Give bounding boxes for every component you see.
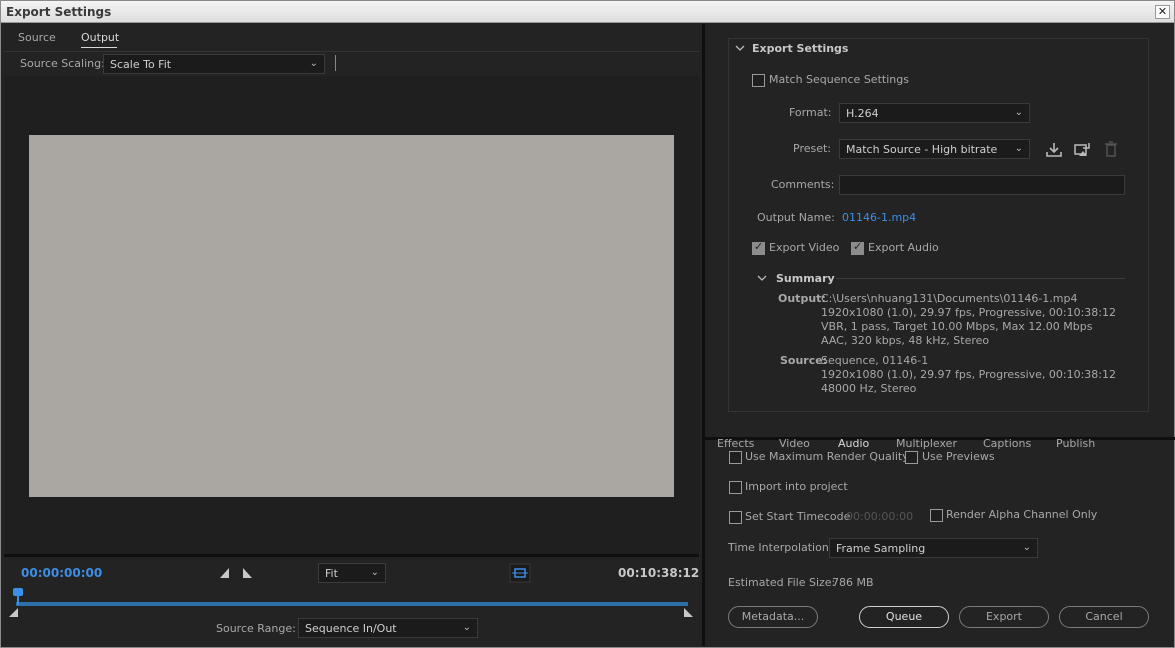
- tab-multiplexer[interactable]: Multiplexer: [896, 437, 957, 450]
- chevron-down-icon: ⌄: [1022, 542, 1031, 553]
- set-start-timecode-checkbox[interactable]: [729, 511, 742, 524]
- mark-in-icon[interactable]: [219, 567, 231, 579]
- format-value: H.264: [846, 107, 879, 120]
- playhead-icon[interactable]: [12, 587, 24, 605]
- source-scaling-value: Scale To Fit: [110, 58, 172, 71]
- out-point-handle-icon[interactable]: [684, 608, 694, 618]
- export-video-checkbox[interactable]: [752, 240, 765, 255]
- chevron-down-icon: ⌄: [1014, 143, 1023, 154]
- summary-output-label: Output:: [778, 292, 826, 305]
- use-max-render-label: Use Maximum Render Quality: [745, 450, 909, 463]
- use-previews-checkbox[interactable]: [905, 451, 918, 464]
- delete-preset-icon[interactable]: [1104, 141, 1118, 157]
- time-interpolation-label: Time Interpolation:: [728, 541, 833, 554]
- export-audio-checkbox[interactable]: [851, 240, 864, 255]
- summary-output-line: AAC, 320 kbps, 48 kHz, Stereo: [821, 334, 990, 347]
- tab-output[interactable]: Output: [81, 31, 119, 44]
- time-interpolation-value: Frame Sampling: [836, 542, 926, 555]
- export-button[interactable]: Export: [959, 606, 1049, 628]
- source-scaling-select[interactable]: Scale To Fit ⌄: [103, 54, 325, 74]
- estimated-file-size-value: 786 MB: [832, 576, 874, 589]
- queue-button[interactable]: Queue: [859, 606, 949, 628]
- export-settings-heading[interactable]: Export Settings: [752, 42, 848, 55]
- close-button[interactable]: ✕: [1155, 5, 1170, 19]
- source-range-value: Sequence In/Out: [305, 622, 397, 635]
- summary-divider: [836, 278, 1125, 279]
- summary-output-line: VBR, 1 pass, Target 10.00 Mbps, Max 12.0…: [821, 320, 1093, 333]
- preview-pane: Source Output Source Scaling: Scale To F…: [4, 24, 699, 646]
- tab-audio[interactable]: Audio: [838, 437, 869, 450]
- time-interpolation-select[interactable]: Frame Sampling ⌄: [829, 538, 1038, 558]
- summary-output-line: 1920x1080 (1.0), 29.97 fps, Progressive,…: [821, 306, 1117, 319]
- format-label: Format:: [789, 106, 832, 119]
- in-point-handle-icon[interactable]: [9, 608, 19, 618]
- output-name-label: Output Name:: [757, 211, 835, 224]
- format-select[interactable]: H.264 ⌄: [839, 103, 1030, 123]
- import-into-project-checkbox[interactable]: [729, 481, 742, 494]
- output-name-link[interactable]: 01146-1.mp4: [842, 211, 916, 224]
- cancel-button[interactable]: Cancel: [1059, 606, 1149, 628]
- zoom-select[interactable]: Fit ⌄: [318, 563, 386, 583]
- source-scaling-label: Source Scaling:: [20, 57, 105, 70]
- comments-input[interactable]: [839, 175, 1125, 195]
- import-into-project-label: Import into project: [745, 480, 848, 493]
- summary-heading[interactable]: Summary: [776, 272, 835, 285]
- use-previews-label: Use Previews: [922, 450, 995, 463]
- use-max-render-checkbox[interactable]: [729, 451, 742, 464]
- render-alpha-checkbox[interactable]: [930, 509, 943, 522]
- import-preset-icon[interactable]: [1074, 142, 1091, 158]
- timecode-in[interactable]: 00:00:00:00: [21, 566, 102, 580]
- preset-select[interactable]: Match Source - High bitrate ⌄: [839, 139, 1030, 159]
- render-alpha-label: Render Alpha Channel Only: [946, 508, 1098, 521]
- export-audio-label: Export Audio: [868, 241, 939, 254]
- preset-label: Preset:: [793, 142, 832, 155]
- chevron-down-icon: ⌄: [370, 567, 379, 578]
- summary-source-line: 1920x1080 (1.0), 29.97 fps, Progressive,…: [821, 368, 1117, 381]
- tab-publish[interactable]: Publish: [1056, 437, 1095, 450]
- chevron-down-icon[interactable]: [757, 273, 767, 283]
- title-bar: Export Settings ✕: [1, 1, 1174, 23]
- set-start-timecode-label: Set Start Timecode: [745, 510, 851, 523]
- divider: [335, 55, 336, 71]
- preset-value: Match Source - High bitrate: [846, 143, 998, 156]
- chevron-down-icon: ⌄: [1014, 107, 1023, 118]
- timecode-out[interactable]: 00:10:38:12: [618, 566, 699, 580]
- aspect-toggle-icon[interactable]: [509, 563, 531, 583]
- chevron-down-icon[interactable]: [735, 43, 745, 53]
- video-preview: [29, 135, 674, 497]
- tab-video[interactable]: Video: [779, 437, 810, 450]
- window-title: Export Settings: [6, 5, 112, 19]
- start-timecode-field[interactable]: 00:00:00:00: [846, 510, 913, 523]
- save-preset-icon[interactable]: [1046, 142, 1062, 158]
- tab-divider: [4, 51, 699, 52]
- active-tab-indicator: [81, 47, 117, 48]
- tab-captions[interactable]: Captions: [983, 437, 1031, 450]
- estimated-file-size-label: Estimated File Size:: [728, 576, 836, 589]
- summary-output-line: C:\Users\nhuang131\Documents\01146-1.mp4: [821, 292, 1078, 305]
- export-video-label: Export Video: [769, 241, 840, 254]
- summary-source-line: Sequence, 01146-1: [821, 354, 929, 367]
- tab-effects[interactable]: Effects: [717, 437, 754, 450]
- metadata-button[interactable]: Metadata...: [728, 606, 818, 628]
- match-sequence-label: Match Sequence Settings: [769, 73, 909, 86]
- zoom-value: Fit: [325, 567, 338, 580]
- chevron-down-icon: ⌄: [309, 58, 318, 69]
- tab-source[interactable]: Source: [18, 31, 56, 44]
- source-range-select[interactable]: Sequence In/Out ⌄: [298, 618, 478, 638]
- mark-out-icon[interactable]: [242, 567, 254, 579]
- chevron-down-icon: ⌄: [462, 622, 471, 633]
- source-range-label: Source Range:: [216, 622, 296, 635]
- export-settings-window: Export Settings ✕ Source Output Source S…: [0, 0, 1175, 648]
- timeline-bar[interactable]: [16, 602, 688, 606]
- settings-pane: Export Settings Match Sequence Settings …: [702, 24, 1175, 646]
- comments-label: Comments:: [771, 178, 835, 191]
- summary-source-line: 48000 Hz, Stereo: [821, 382, 917, 395]
- match-sequence-checkbox[interactable]: [752, 74, 765, 87]
